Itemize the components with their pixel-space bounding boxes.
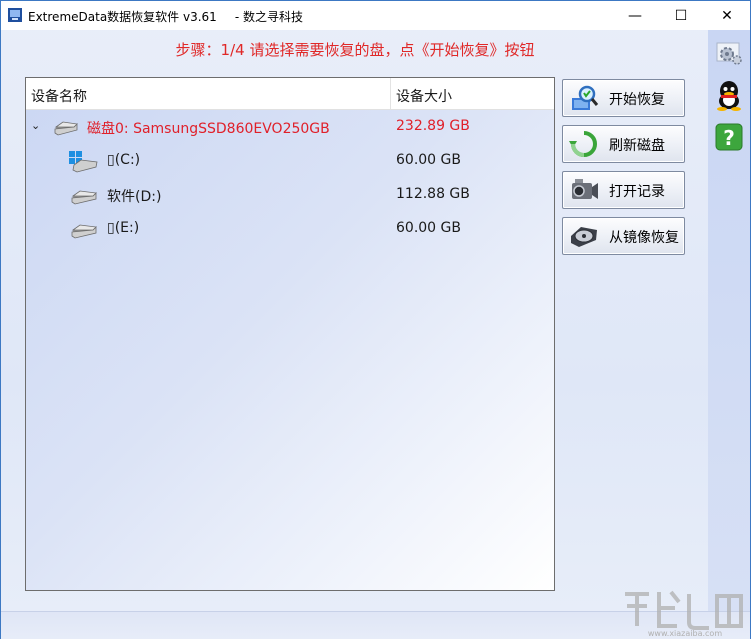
drive-icon: [71, 190, 97, 205]
hard-disk-icon: [54, 121, 78, 136]
watermark-logo: www.xiazaiba.com: [625, 590, 743, 638]
device-list[interactable]: 设备名称 设备大小 ⌄ 磁盘0: SamsungSSD860EVO250GB 2…: [25, 77, 555, 591]
device-size: 60.00 GB: [396, 220, 461, 236]
device-size: 232.89 GB: [396, 118, 470, 134]
restore-from-image-button[interactable]: 从镜像恢复: [562, 217, 685, 255]
windows-drive-icon: [69, 151, 98, 173]
chevron-down-icon[interactable]: ⌄: [31, 119, 40, 132]
device-row-d[interactable]: 软件(D:) 112.88 GB: [26, 180, 554, 210]
disk-image-icon: [571, 227, 597, 247]
sidebar-settings[interactable]: [712, 36, 746, 70]
qq-icon: [717, 81, 741, 111]
close-button[interactable]: ✕: [704, 1, 750, 30]
sidebar-help[interactable]: ?: [712, 120, 746, 154]
app-window: ExtremeData数据恢复软件 v3.61- 数之寻科技 — ☐ ✕ 步骤：…: [0, 0, 751, 639]
device-size: 60.00 GB: [396, 152, 461, 168]
minimize-icon: —: [628, 7, 642, 24]
restore-from-image-label: 从镜像恢复: [609, 230, 679, 246]
magnifier-icon: [572, 85, 599, 110]
sidebar-qq[interactable]: [712, 78, 746, 112]
device-size: 112.88 GB: [396, 186, 470, 202]
device-row-c[interactable]: ▯(C:) 60.00 GB: [26, 146, 554, 176]
device-name: 磁盘0: SamsungSSD860EVO250GB: [87, 121, 330, 137]
svg-text:www.xiazaiba.com: www.xiazaiba.com: [648, 629, 722, 638]
device-list-header: 设备名称 设备大小: [26, 78, 554, 110]
device-name: 软件(D:): [107, 189, 162, 205]
refresh-disk-button[interactable]: 刷新磁盘: [562, 125, 685, 163]
start-recovery-button[interactable]: 开始恢复: [562, 79, 685, 117]
maximize-button[interactable]: ☐: [658, 1, 704, 30]
column-divider[interactable]: [390, 78, 391, 109]
refresh-icon: [569, 131, 597, 157]
column-header-size[interactable]: 设备大小: [396, 86, 452, 106]
window-subtitle: - 数之寻科技: [234, 10, 303, 24]
device-name: ▯(C:): [107, 152, 141, 168]
help-icon: ?: [715, 123, 743, 151]
app-icon: [8, 8, 22, 22]
right-sidebar: ?: [708, 30, 750, 611]
close-icon: ✕: [721, 7, 733, 24]
settings-icon: [716, 42, 742, 65]
svg-text:?: ?: [723, 126, 735, 150]
minimize-button[interactable]: —: [612, 1, 658, 30]
start-recovery-label: 开始恢复: [609, 92, 665, 108]
title-bar[interactable]: ExtremeData数据恢复软件 v3.61- 数之寻科技 — ☐ ✕: [1, 1, 750, 30]
device-row-disk0[interactable]: ⌄ 磁盘0: SamsungSSD860EVO250GB 232.89 GB: [26, 112, 554, 142]
device-row-e[interactable]: ▯(E:) 60.00 GB: [26, 214, 554, 244]
maximize-icon: ☐: [674, 7, 688, 24]
column-header-name[interactable]: 设备名称: [31, 86, 87, 106]
window-title: ExtremeData数据恢复软件 v3.61- 数之寻科技: [28, 10, 303, 24]
open-record-button[interactable]: 打开记录: [562, 171, 685, 209]
device-name: ▯(E:): [107, 220, 140, 236]
drive-icon: [71, 224, 97, 239]
open-record-label: 打开记录: [609, 184, 665, 200]
step-instruction: 步骤：1/4 请选择需要恢复的盘，点《开始恢复》按钮: [175, 41, 535, 59]
camera-icon: [572, 179, 598, 199]
refresh-disk-label: 刷新磁盘: [609, 138, 665, 154]
